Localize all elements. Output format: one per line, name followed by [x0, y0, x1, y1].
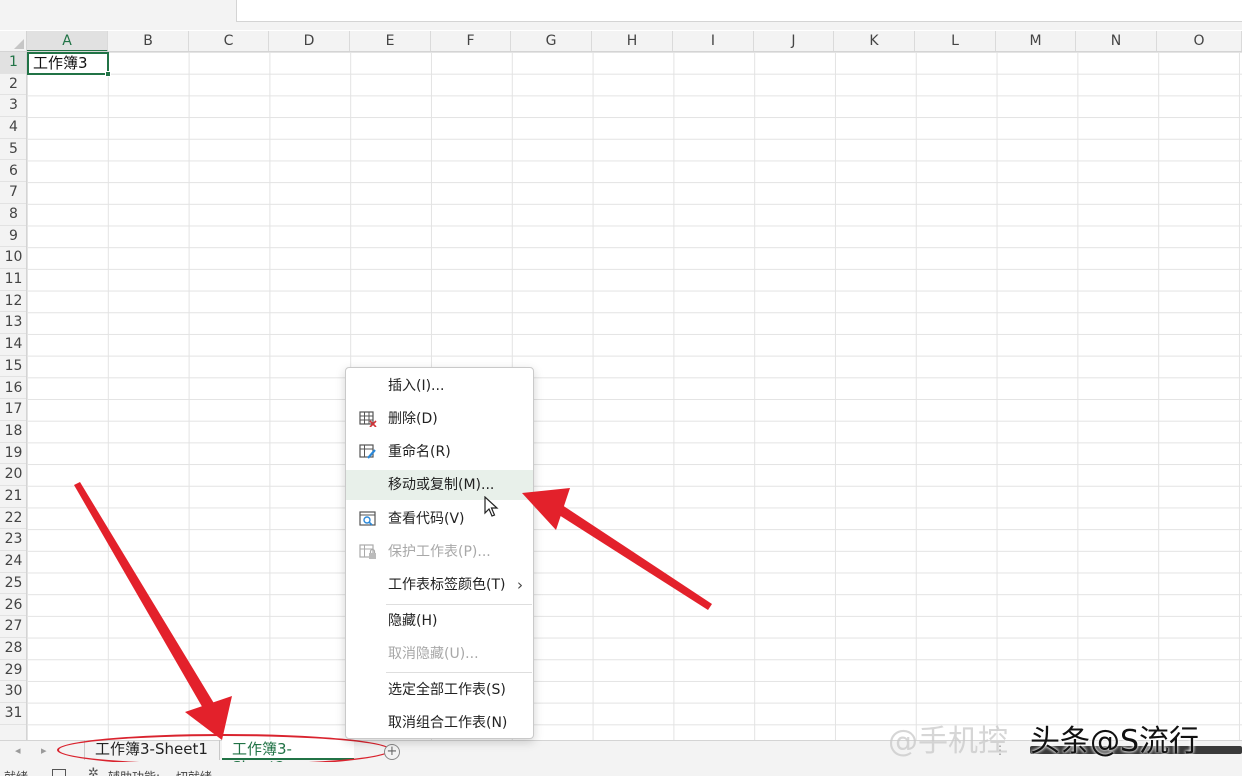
menu-item-insert[interactable]: 插入(I)...: [346, 371, 533, 401]
menu-item-move-copy[interactable]: 移动或复制(M)...: [346, 470, 533, 500]
menu-item-label: 查看代码(V): [388, 511, 465, 527]
cell-grid[interactable]: [27, 52, 1242, 740]
row-header[interactable]: 16: [0, 378, 26, 400]
menu-item-label: 取消隐藏(U)...: [388, 646, 479, 662]
row-header[interactable]: 25: [0, 573, 26, 595]
column-header[interactable]: G: [511, 31, 592, 51]
menu-item-label: 取消组合工作表(N): [388, 715, 508, 731]
column-header[interactable]: N: [1076, 31, 1157, 51]
column-header[interactable]: A: [27, 31, 108, 51]
row-header[interactable]: 9: [0, 226, 26, 248]
protect-sheet-icon: [359, 544, 376, 559]
sheet-context-menu: 插入(I)... 删除(D) 重命名(R) 移动或复制(M)... 查看代码(V…: [345, 367, 534, 739]
menu-item-select-all-sheets[interactable]: 选定全部工作表(S): [346, 675, 533, 705]
menu-item-label: 隐藏(H): [388, 613, 438, 629]
status-ready-text: 就绪: [4, 768, 28, 776]
menu-item-hide[interactable]: 隐藏(H): [346, 606, 533, 636]
row-header[interactable]: 1: [0, 52, 26, 74]
menu-separator: [386, 604, 532, 605]
tab-scroll-right-icon[interactable]: ▸: [41, 744, 47, 757]
row-header[interactable]: 24: [0, 551, 26, 573]
row-header[interactable]: 3: [0, 95, 26, 118]
cell-value: 工作簿3: [33, 54, 88, 72]
row-header[interactable]: 12: [0, 291, 26, 313]
chevron-right-icon: ›: [517, 576, 523, 594]
column-header[interactable]: B: [108, 31, 189, 51]
column-header[interactable]: H: [592, 31, 673, 51]
menu-item-protect-sheet[interactable]: 保护工作表(P)...: [346, 537, 533, 567]
accessibility-status[interactable]: 辅助功能: 一切就绪: [108, 768, 212, 776]
row-header[interactable]: 19: [0, 443, 26, 465]
accessibility-icon: ✲: [88, 766, 99, 776]
menu-item-ungroup-sheets[interactable]: 取消组合工作表(N): [346, 708, 533, 738]
menu-item-label: 移动或复制(M)...: [388, 477, 495, 493]
fill-handle[interactable]: [105, 71, 111, 77]
row-header[interactable]: 8: [0, 204, 26, 226]
menu-item-label: 工作表标签颜色(T): [388, 577, 506, 593]
menu-item-unhide[interactable]: 取消隐藏(U)...: [346, 639, 533, 669]
select-all-button[interactable]: [0, 31, 27, 52]
column-header[interactable]: M: [996, 31, 1076, 51]
row-headers: 1 2 3 4 5 6 7 8 9 10 11 12 13 14 15 16 1…: [0, 52, 27, 740]
row-header[interactable]: 7: [0, 182, 26, 204]
tab-scroll-left-icon[interactable]: ◂: [15, 744, 21, 757]
row-header[interactable]: 31: [0, 703, 26, 725]
row-header[interactable]: 28: [0, 638, 26, 660]
column-header[interactable]: K: [834, 31, 915, 51]
active-cell[interactable]: 工作簿3: [27, 52, 111, 77]
row-header[interactable]: 15: [0, 356, 26, 378]
view-code-icon: [359, 511, 376, 526]
row-header[interactable]: 21: [0, 486, 26, 508]
row-header[interactable]: 6: [0, 161, 26, 183]
column-header[interactable]: I: [673, 31, 754, 51]
row-header[interactable]: 26: [0, 595, 26, 617]
select-all-triangle: [14, 39, 24, 49]
column-header[interactable]: C: [189, 31, 269, 51]
column-header[interactable]: J: [754, 31, 834, 51]
row-header[interactable]: 17: [0, 399, 26, 421]
row-header[interactable]: 5: [0, 139, 26, 161]
column-header[interactable]: E: [350, 31, 431, 51]
menu-item-delete[interactable]: 删除(D): [346, 404, 533, 434]
row-header[interactable]: 2: [0, 74, 26, 96]
row-header[interactable]: 10: [0, 247, 26, 269]
row-header[interactable]: 29: [0, 660, 26, 682]
row-header[interactable]: 22: [0, 508, 26, 530]
menu-item-label: 删除(D): [388, 411, 438, 427]
delete-sheet-icon: [359, 411, 377, 427]
row-header[interactable]: 30: [0, 681, 26, 703]
menu-item-tab-color[interactable]: 工作表标签颜色(T) ›: [346, 570, 533, 600]
menu-item-label: 重命名(R): [388, 444, 451, 460]
menu-separator: [386, 672, 532, 673]
menu-item-view-code[interactable]: 查看代码(V): [346, 504, 533, 534]
watermark-dark: 头条@S流行: [1030, 724, 1200, 759]
column-header[interactable]: O: [1157, 31, 1242, 51]
menu-item-label: 保护工作表(P)...: [388, 544, 491, 560]
row-header[interactable]: 27: [0, 616, 26, 638]
menu-item-rename[interactable]: 重命名(R): [346, 437, 533, 467]
column-headers: A B C D E F G H I J K L M N O: [27, 31, 1242, 52]
add-sheet-button[interactable]: +: [384, 744, 400, 760]
row-header[interactable]: 11: [0, 269, 26, 291]
column-header[interactable]: D: [269, 31, 350, 51]
row-header[interactable]: 4: [0, 117, 26, 139]
menu-item-label: 选定全部工作表(S): [388, 682, 506, 698]
row-header[interactable]: 23: [0, 529, 26, 552]
row-header[interactable]: 18: [0, 421, 26, 443]
status-bar: 就绪 ✲ 辅助功能: 一切就绪: [0, 762, 1242, 776]
row-header[interactable]: 20: [0, 464, 26, 486]
rename-sheet-icon: [359, 444, 376, 459]
column-header[interactable]: F: [431, 31, 511, 51]
watermark-light: @手机控: [888, 724, 1008, 759]
menu-item-label: 插入(I)...: [388, 378, 445, 394]
column-header[interactable]: L: [915, 31, 996, 51]
mouse-cursor-icon: [484, 496, 499, 517]
row-header[interactable]: 13: [0, 312, 26, 335]
cell-mode-icon: [52, 769, 66, 776]
row-header[interactable]: 14: [0, 334, 26, 356]
formula-bar[interactable]: [236, 0, 1242, 22]
